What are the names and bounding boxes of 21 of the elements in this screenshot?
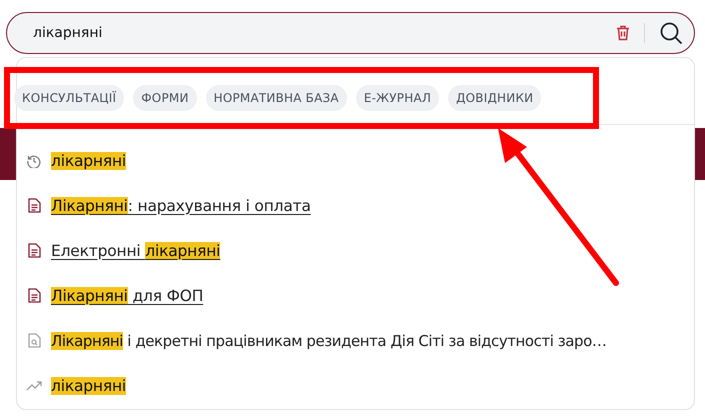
document-icon: [28, 288, 40, 303]
suggestion-link[interactable]: Лікарняні і декретні працівникам резидента Дія Сіті за відсутності заро…: [51, 332, 606, 350]
category-chip[interactable]: НОРМАТИВНА БАЗА: [206, 85, 347, 111]
search-field[interactable]: лікарняні: [6, 12, 695, 54]
suggestion-link[interactable]: лікарняні: [51, 152, 126, 170]
history-icon: [27, 154, 41, 168]
category-chip[interactable]: ФОРМИ: [133, 85, 197, 111]
category-chip[interactable]: КОНСУЛЬТАЦІЇ: [14, 85, 124, 111]
suggestion-link[interactable]: Електронні лікарняні: [51, 242, 220, 260]
suggestion-link[interactable]: Лікарняні: нарахування і оплата: [51, 196, 311, 214]
document-icon: [28, 243, 40, 258]
document-icon: [28, 198, 40, 213]
category-chip[interactable]: ДОВІДНИКИ: [448, 85, 542, 111]
category-chip[interactable]: Е-ЖУРНАЛ: [356, 85, 440, 111]
banner-background: [695, 128, 705, 180]
trash-icon[interactable]: [616, 25, 630, 41]
document-search-icon: [28, 333, 40, 348]
banner-background: [0, 128, 16, 180]
search-icon[interactable]: [659, 21, 683, 45]
suggestion-link[interactable]: лікарняні: [51, 376, 126, 394]
trending-icon: [26, 380, 42, 390]
